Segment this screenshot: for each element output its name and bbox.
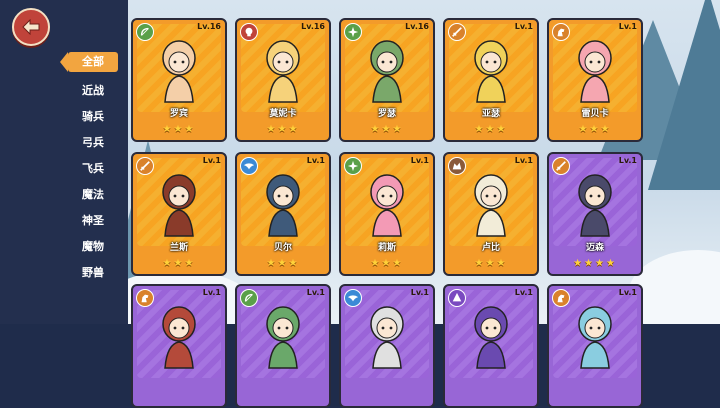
- category-all[interactable]: 全部: [60, 52, 118, 72]
- hero-card[interactable]: Lv.1 兰斯 ★★★: [131, 152, 227, 276]
- hero-card[interactable]: Lv.1 雷贝卡 ★★★: [547, 18, 643, 142]
- hero-card[interactable]: Lv.16 罗宾 ★★★: [131, 18, 227, 142]
- hero-level: Lv.1: [202, 156, 221, 165]
- hero-card[interactable]: Lv.1: [339, 284, 435, 408]
- hero-level: Lv.1: [410, 156, 429, 165]
- hero-portrait: [151, 168, 207, 238]
- hero-portrait: [151, 34, 207, 104]
- sword-icon: [136, 157, 154, 175]
- hero-stars: ★★★: [266, 124, 300, 135]
- category-holy[interactable]: 神圣: [56, 208, 130, 234]
- hero-level: Lv.1: [514, 288, 533, 297]
- hero-portrait: [151, 300, 207, 370]
- hero-stars: ★★★: [578, 124, 612, 135]
- category-list: 全部 近战 骑兵 弓兵 飞兵 魔法 神圣 魔物 野兽: [0, 52, 128, 286]
- hero-stars: ★★★: [266, 258, 300, 269]
- hero-card[interactable]: Lv.1 贝尔 ★★★: [235, 152, 331, 276]
- hero-level: Lv.1: [410, 288, 429, 297]
- hero-stars: ★★★: [474, 124, 508, 135]
- hero-name: 亚瑟: [481, 109, 500, 119]
- skull-icon: [240, 23, 258, 41]
- hero-card[interactable]: Lv.1 莉斯 ★★★: [339, 152, 435, 276]
- category-flying[interactable]: 飞兵: [56, 156, 130, 182]
- bow-icon: [240, 289, 258, 307]
- category-beast[interactable]: 野兽: [56, 260, 130, 286]
- hero-name: 莫妮卡: [269, 109, 297, 119]
- hero-name: 兰斯: [169, 243, 188, 253]
- beast-icon: [448, 157, 466, 175]
- hero-stars: ★★★: [162, 258, 196, 269]
- sword-icon: [552, 157, 570, 175]
- hero-portrait: [567, 168, 623, 238]
- hat-icon: [448, 289, 466, 307]
- hero-level: Lv.1: [618, 22, 637, 31]
- hero-card[interactable]: Lv.1 卢比 ★★★: [443, 152, 539, 276]
- wing-icon: [344, 289, 362, 307]
- hero-portrait: [567, 34, 623, 104]
- hero-stars: ★★★: [162, 124, 196, 135]
- category-cavalry[interactable]: 骑兵: [56, 104, 130, 130]
- hero-name: 莉斯: [377, 243, 396, 253]
- hero-portrait: [463, 300, 519, 370]
- hero-stars: ★★★: [474, 258, 508, 269]
- hero-portrait: [359, 168, 415, 238]
- hero-card[interactable]: Lv.16 莫妮卡 ★★★: [235, 18, 331, 142]
- hero-name: 雷贝卡: [581, 109, 609, 119]
- hero-portrait: [463, 34, 519, 104]
- hero-level: Lv.1: [306, 288, 325, 297]
- hero-level: Lv.1: [202, 288, 221, 297]
- hero-name: 罗宾: [169, 109, 188, 119]
- category-magic[interactable]: 魔法: [56, 182, 130, 208]
- hero-level: Lv.1: [514, 22, 533, 31]
- hero-card[interactable]: Lv.1: [547, 284, 643, 408]
- hero-portrait: [359, 34, 415, 104]
- back-button[interactable]: [12, 8, 50, 46]
- hero-name: 贝尔: [273, 243, 292, 253]
- hero-level: Lv.1: [306, 156, 325, 165]
- hero-stars: ★★★: [370, 124, 404, 135]
- hero-level: Lv.1: [618, 156, 637, 165]
- horse-icon: [552, 289, 570, 307]
- hero-card[interactable]: Lv.1 迈森 ★★★★: [547, 152, 643, 276]
- horse-icon: [552, 23, 570, 41]
- hero-portrait: [359, 300, 415, 370]
- hero-stars: ★★★★: [573, 258, 617, 269]
- sword-icon: [448, 23, 466, 41]
- hero-card[interactable]: Lv.1: [443, 284, 539, 408]
- hero-portrait: [463, 168, 519, 238]
- hero-level: Lv.16: [197, 22, 221, 31]
- hero-portrait: [255, 34, 311, 104]
- hero-card[interactable]: Lv.1 亚瑟 ★★★: [443, 18, 539, 142]
- hero-name: 卢比: [481, 243, 500, 253]
- hero-level: Lv.1: [514, 156, 533, 165]
- sparkle-icon: [344, 157, 362, 175]
- back-arrow-icon: [22, 19, 40, 35]
- horse-icon: [136, 289, 154, 307]
- category-monster[interactable]: 魔物: [56, 234, 130, 260]
- sidebar: 全部 近战 骑兵 弓兵 飞兵 魔法 神圣 魔物 野兽: [0, 0, 128, 324]
- hero-name: 迈森: [585, 243, 604, 253]
- hero-portrait: [255, 168, 311, 238]
- hero-portrait: [255, 300, 311, 370]
- bow-icon: [136, 23, 154, 41]
- hero-level: Lv.1: [618, 288, 637, 297]
- category-melee[interactable]: 近战: [56, 78, 130, 104]
- category-archer[interactable]: 弓兵: [56, 130, 130, 156]
- hero-card[interactable]: Lv.16 罗瑟 ★★★: [339, 18, 435, 142]
- hero-portrait: [567, 300, 623, 370]
- hero-name: 罗瑟: [377, 109, 396, 119]
- hero-card[interactable]: Lv.1: [131, 284, 227, 408]
- hero-stars: ★★★: [370, 258, 404, 269]
- hero-level: Lv.16: [301, 22, 325, 31]
- sparkle-icon: [344, 23, 362, 41]
- hero-card[interactable]: Lv.1: [235, 284, 331, 408]
- wing-icon: [240, 157, 258, 175]
- hero-level: Lv.16: [405, 22, 429, 31]
